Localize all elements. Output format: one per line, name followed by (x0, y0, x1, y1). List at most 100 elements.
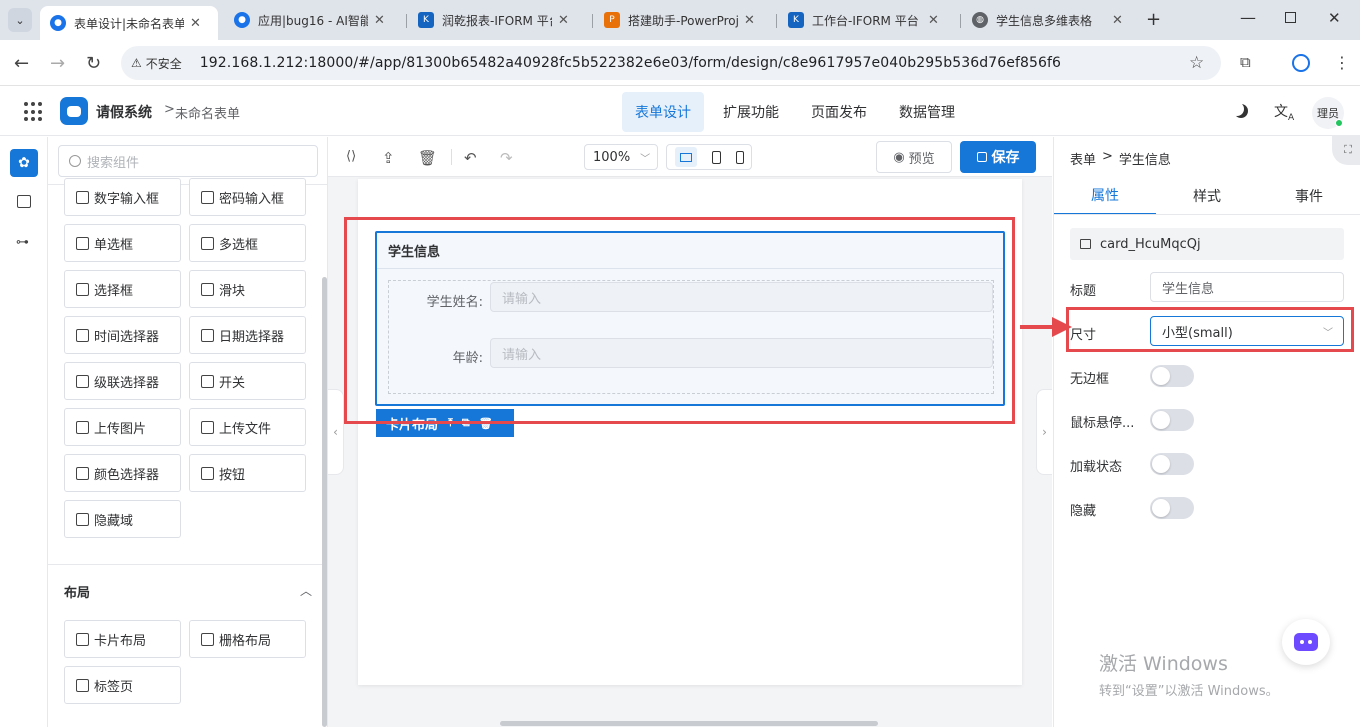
canvas-toolbar: ⟨⟩ ⇪ 🗑 ↶ ↷ 100% ﹀ ◉ 预览 保存 (328, 137, 1052, 177)
close-tab-icon[interactable]: ✕ (558, 13, 569, 28)
minimize-window-button[interactable]: — (1240, 8, 1256, 27)
reload-icon[interactable]: ↻ (86, 53, 101, 74)
save-button[interactable]: 保存 (960, 141, 1036, 173)
tablet-icon[interactable] (711, 150, 721, 164)
tab-properties[interactable]: 属性 (1054, 177, 1156, 215)
forward-icon[interactable]: → (50, 53, 65, 74)
nav-page-publish[interactable]: 页面发布 (798, 92, 880, 132)
layout-grid[interactable]: 栅格布局 (189, 620, 306, 658)
import-icon[interactable]: ⇪ (382, 149, 395, 167)
url-text[interactable]: 192.168.1.212:18000/#/app/81300b65482a40… (200, 55, 1061, 71)
code-icon[interactable]: ⟨⟩ (346, 149, 356, 164)
extensions-icon[interactable]: ⧉ (1240, 53, 1251, 71)
breadcrumb-root[interactable]: 表单 (1070, 149, 1096, 168)
device-switcher (666, 144, 752, 170)
bookmark-star-icon[interactable]: ☆ (1189, 53, 1204, 73)
online-status-dot (1335, 119, 1343, 127)
zoom-select[interactable]: 100% ﹀ (584, 144, 658, 170)
tab-favicon-icon: ● (234, 12, 250, 28)
component-checkbox[interactable]: 多选框 (189, 224, 306, 262)
search-input[interactable]: 搜索组件 (58, 145, 318, 177)
browser-tab-1[interactable]: ● 表单设计|未命名表单 ✕ (40, 6, 218, 40)
tab-styles[interactable]: 样式 (1156, 177, 1258, 215)
component-radio[interactable]: 单选框 (64, 224, 181, 262)
close-tab-icon[interactable]: ✕ (190, 16, 201, 31)
collapse-left-panel-handle[interactable]: ‹ (328, 389, 344, 475)
browser-tab-2[interactable]: ● 应用|bug16 - AI智能 ✕ (224, 6, 404, 34)
layout-tabs[interactable]: 标签页 (64, 666, 181, 704)
tab-list-dropdown-button[interactable]: ⌄ (8, 8, 32, 32)
data-source-icon[interactable] (17, 195, 31, 208)
close-tab-icon[interactable]: ✕ (374, 13, 385, 28)
nav-data-management[interactable]: 数据管理 (886, 92, 968, 132)
browser-menu-icon[interactable]: ⋮ (1334, 53, 1350, 72)
component-calendar[interactable]: 日期选择器 (189, 316, 306, 354)
desktop-icon[interactable] (674, 147, 697, 167)
undo-icon[interactable]: ↶ (464, 149, 477, 167)
nav-extensions[interactable]: 扩展功能 (710, 92, 792, 132)
component-clock[interactable]: 时间选择器 (64, 316, 181, 354)
browser-address-bar: ← → ↻ ⚠ 不安全 192.168.1.212:18000/#/app/813… (0, 40, 1360, 86)
mobile-icon[interactable] (735, 150, 744, 164)
select-icon (76, 282, 89, 296)
component-slider[interactable]: 滑块 (189, 270, 306, 308)
component-cascader[interactable]: 级联选择器 (64, 362, 181, 400)
app-name[interactable]: 请假系统 (96, 102, 152, 122)
card-icon (1080, 239, 1091, 249)
component-toggle[interactable]: 开关 (189, 362, 306, 400)
component-upload[interactable]: 上传文件 (189, 408, 306, 446)
breadcrumb-separator: > (164, 102, 175, 117)
browser-tab-3[interactable]: K 润乾报表-IFORM 平台 ✕ (408, 6, 590, 34)
preview-button[interactable]: ◉ 预览 (876, 141, 952, 173)
nav-form-design[interactable]: 表单设计 (622, 92, 704, 132)
dark-mode-moon-icon[interactable] (1234, 104, 1248, 118)
number-input-icon (76, 190, 89, 204)
chatbot-icon (1294, 633, 1318, 651)
components-icon[interactable]: ✿ (10, 149, 38, 177)
delete-icon[interactable]: 🗑 (418, 149, 437, 167)
browser-tab-5[interactable]: K 工作台-IFORM 平台 ✕ (778, 6, 958, 34)
component-select[interactable]: 选择框 (64, 270, 181, 308)
component-panel: 搜索组件 数字输入框 密码输入框 单选框 多选框 选择框 滑块 时间选择器 日期选择器 级联选择… (48, 137, 328, 727)
close-tab-icon[interactable]: ✕ (928, 13, 939, 28)
component-image[interactable]: 上传图片 (64, 408, 181, 446)
canvas-horizontal-scrollbar[interactable] (500, 721, 878, 726)
component-lock[interactable]: 密码输入框 (189, 178, 306, 216)
layout-card[interactable]: 卡片布局 (64, 620, 181, 658)
loading-toggle[interactable] (1150, 453, 1194, 475)
outline-tree-icon[interactable]: ⊶ (16, 235, 29, 250)
tab-events[interactable]: 事件 (1258, 177, 1360, 215)
upload-icon (201, 420, 214, 434)
omnibox[interactable]: ⚠ 不安全 192.168.1.212:18000/#/app/81300b654… (121, 46, 1221, 80)
component-eye-off[interactable]: 隐藏域 (64, 500, 181, 538)
panel-scrollbar[interactable] (322, 277, 327, 727)
title-input[interactable]: 学生信息 (1150, 272, 1344, 302)
browser-tab-6[interactable]: ◍ 学生信息多维表格 ✕ (962, 6, 1138, 34)
close-tab-icon[interactable]: ✕ (1112, 13, 1123, 28)
component-number-input[interactable]: 数字输入框 (64, 178, 181, 216)
browser-tab-4[interactable]: P 搭建助手-PowerProj ✕ (594, 6, 774, 34)
back-icon[interactable]: ← (14, 53, 29, 74)
translate-icon[interactable]: 文A (1274, 101, 1294, 123)
collapse-chevron-up-icon[interactable]: ︿ (300, 582, 312, 599)
hidden-toggle[interactable] (1150, 497, 1194, 519)
maximize-window-button[interactable] (1285, 12, 1296, 23)
borderless-toggle[interactable] (1150, 365, 1194, 387)
expand-panel-icon[interactable]: ⛶ (1332, 135, 1360, 165)
hover-toggle[interactable] (1150, 409, 1194, 431)
new-tab-button[interactable]: + (1146, 9, 1161, 30)
close-tab-icon[interactable]: ✕ (744, 13, 755, 28)
avatar[interactable]: 理员 (1312, 97, 1344, 129)
security-indicator[interactable]: ⚠ 不安全 (131, 55, 182, 72)
app-grid-icon[interactable] (24, 102, 44, 122)
app-logo-icon (60, 97, 88, 125)
component-palette[interactable]: 颜色选择器 (64, 454, 181, 492)
close-window-button[interactable]: ✕ (1328, 9, 1341, 27)
redo-icon[interactable]: ↷ (500, 149, 513, 167)
collapse-right-panel-handle[interactable]: › (1036, 389, 1052, 475)
property-panel: 表单 > 学生信息 ⛶ 属性 样式 事件 card_HcuMqcQj 标题 学生… (1053, 135, 1360, 727)
chat-assistant-button[interactable] (1282, 619, 1330, 665)
profile-icon[interactable] (1292, 54, 1310, 72)
component-button[interactable]: 按钮 (189, 454, 306, 492)
windows-activation-watermark: 激活 Windows 转到“设置”以激活 Windows。 (1099, 653, 1279, 699)
